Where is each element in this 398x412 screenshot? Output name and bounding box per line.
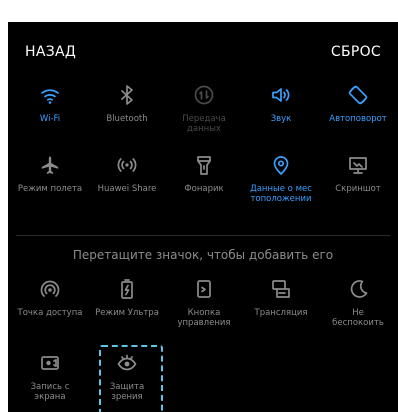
tile-label: Не беспокоить — [332, 308, 384, 328]
tile-label: Кнопка управления — [177, 308, 231, 328]
tile-flashlight[interactable]: Фонарик — [167, 154, 241, 194]
drag-selection-outline — [99, 345, 163, 412]
tile-label: Трансляция — [254, 308, 308, 318]
tile-do-not-disturb[interactable]: Не беспокоить — [321, 278, 395, 328]
tile-label: Режим полета — [17, 184, 83, 194]
location-icon — [273, 156, 289, 175]
tile-label: Режим Ультра — [95, 308, 159, 318]
tile-label: Huawei Share — [97, 184, 157, 194]
header: НАЗАД СБРОС — [8, 44, 398, 68]
bluetooth-icon — [121, 85, 133, 105]
airplane-icon — [41, 156, 59, 174]
tile-wifi[interactable]: Wi-Fi — [13, 84, 87, 124]
tile-label: Bluetooth — [106, 114, 148, 124]
tile-hotspot[interactable]: Точка доступа — [13, 278, 87, 318]
tile-auto-rotate[interactable]: Автоповорот — [321, 84, 395, 124]
drag-hint-text: Перетащите значок, чтобы добавить его — [72, 248, 334, 262]
tile-screen-record[interactable]: Запись с экрана — [13, 352, 87, 402]
wifi-icon — [41, 89, 59, 104]
mobile-data-icon — [194, 85, 214, 105]
quick-settings-edit-panel: НАЗАД СБРОС Wi-Fi Bluetooth Передача данны… — [8, 22, 398, 412]
sound-icon — [272, 88, 290, 102]
tile-cast[interactable]: Трансляция — [244, 278, 318, 318]
screenshot-icon — [349, 157, 367, 174]
tile-label: Wi-Fi — [39, 114, 61, 124]
divider — [16, 235, 390, 236]
hotspot-icon — [40, 280, 60, 297]
tile-label: Данные о мес тоположении — [250, 184, 312, 204]
navigation-dock-icon — [197, 280, 211, 298]
tile-label: Запись с экрана — [30, 382, 70, 402]
tile-label: Точка доступа — [17, 308, 83, 318]
cast-icon — [272, 280, 290, 298]
do-not-disturb-icon — [350, 280, 368, 298]
ultra-battery-icon — [121, 279, 133, 299]
auto-rotate-icon — [348, 85, 368, 105]
tile-mobile-data[interactable]: Передача данных — [167, 84, 241, 134]
tile-label: Передача данных — [182, 114, 226, 134]
tile-label: Фонарик — [184, 184, 224, 194]
tile-label: Звук — [270, 114, 292, 124]
tile-bluetooth[interactable]: Bluetooth — [90, 84, 164, 124]
huawei-share-icon — [117, 158, 137, 172]
screen-record-icon — [41, 356, 59, 370]
tile-label: Скриншот — [335, 184, 381, 194]
tile-sound[interactable]: Звук — [244, 84, 318, 124]
reset-button[interactable]: СБРОС — [331, 44, 381, 60]
tile-location[interactable]: Данные о мес тоположении — [244, 154, 318, 204]
flashlight-icon — [197, 156, 211, 175]
tile-screenshot[interactable]: Скриншот — [321, 154, 395, 194]
tile-navigation-dock[interactable]: Кнопка управления — [167, 278, 241, 328]
tile-label: Автоповорот — [329, 114, 387, 124]
tile-airplane[interactable]: Режим полета — [13, 154, 87, 194]
tile-huawei-share[interactable]: Huawei Share — [90, 154, 164, 194]
tile-ultra-battery[interactable]: Режим Ультра — [90, 278, 164, 318]
back-button[interactable]: НАЗАД — [25, 44, 76, 60]
